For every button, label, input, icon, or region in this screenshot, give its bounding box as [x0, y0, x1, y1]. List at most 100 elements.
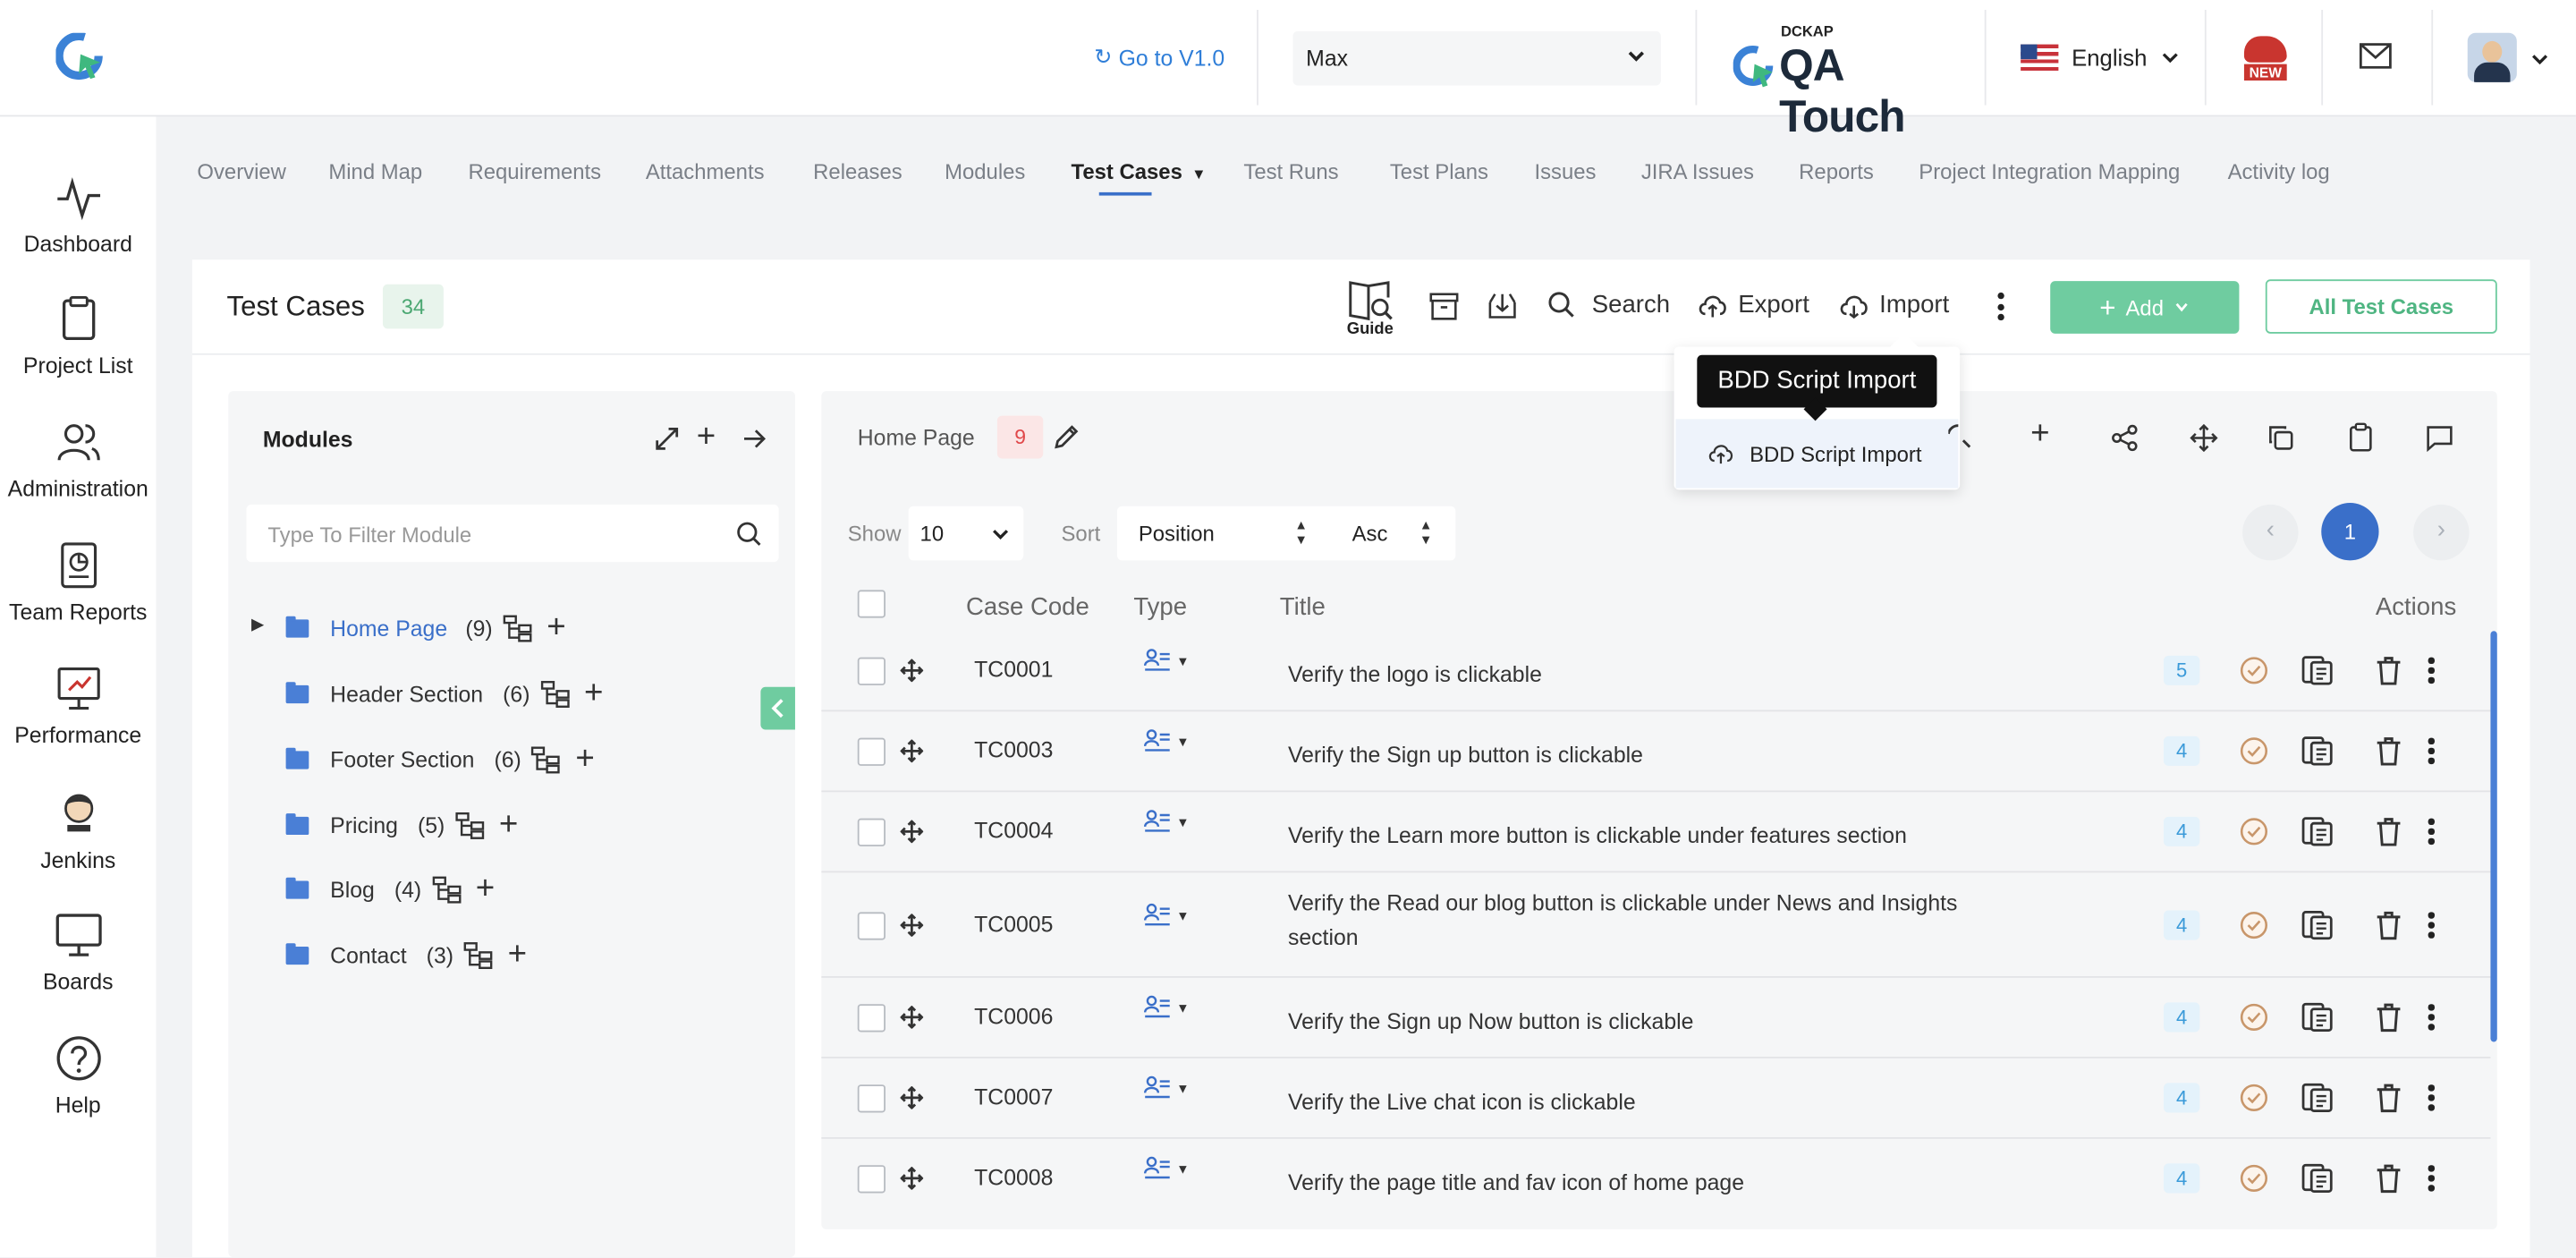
view-details-icon[interactable] — [2301, 656, 2333, 685]
test-type-dropdown[interactable]: ▼ — [1143, 902, 1190, 928]
sort-field-select[interactable]: Position ▲ ▼ Asc ▲ ▼ — [1116, 506, 1456, 561]
table-row[interactable]: TC0004 ▼ Verify the Learn more button is c… — [821, 792, 2491, 873]
tab-requirements[interactable]: Requirements — [468, 159, 601, 184]
drag-handle-icon[interactable] — [900, 914, 924, 937]
tab-mind-map[interactable]: Mind Map — [328, 159, 422, 184]
row-checkbox[interactable] — [857, 912, 886, 940]
review-status-icon[interactable] — [2239, 1083, 2268, 1112]
row-more-icon[interactable] — [2428, 818, 2436, 845]
add-sub-module-icon[interactable]: + — [547, 611, 565, 644]
sidebar-item-help[interactable]: Help — [0, 1033, 156, 1118]
add-button[interactable]: + Add — [2050, 281, 2240, 334]
table-row[interactable]: TC0006 ▼ Verify the Sign up Now button is … — [821, 978, 2491, 1058]
case-code[interactable]: TC0004 — [974, 819, 1053, 844]
sub-module-tree-icon[interactable] — [431, 875, 461, 903]
case-title[interactable]: Verify the Live chat icon is clickable — [1288, 1084, 1962, 1119]
app-logo[interactable] — [55, 32, 105, 82]
import-button[interactable]: Import — [1838, 291, 1949, 319]
module-item[interactable]: ▶ Home Page (9) + — [251, 609, 566, 645]
table-row[interactable]: TC0003 ▼ Verify the Sign up button is clic… — [821, 711, 2491, 793]
next-page-button[interactable]: › — [2413, 504, 2470, 561]
sub-module-tree-icon[interactable] — [463, 941, 493, 969]
prev-page-button[interactable]: ‹ — [2242, 504, 2299, 561]
share-icon[interactable] — [2111, 424, 2139, 452]
drag-handle-icon[interactable] — [900, 739, 924, 763]
select-all-checkbox[interactable] — [857, 590, 886, 618]
tab-test-cases[interactable]: Test Cases ▼ — [1072, 159, 1207, 184]
search-icon[interactable] — [1948, 424, 1971, 450]
tab-project-integration-mapping[interactable]: Project Integration Mapping — [1919, 159, 2180, 184]
case-title[interactable]: Verify the page title and fav icon of ho… — [1288, 1165, 1962, 1200]
drag-handle-icon[interactable] — [900, 1086, 924, 1109]
review-status-icon[interactable] — [2239, 911, 2268, 940]
delete-icon[interactable] — [2376, 1083, 2402, 1113]
case-code[interactable]: TC0008 — [974, 1165, 1053, 1190]
guide-button[interactable]: Guide — [1343, 275, 1398, 338]
column-header-case-code[interactable]: Case Code — [966, 593, 1089, 621]
expand-arrow-icon[interactable]: ▶ — [251, 616, 264, 634]
module-item[interactable]: Pricing (5) + — [285, 807, 518, 843]
module-item[interactable]: Contact (3) + — [285, 937, 527, 973]
row-checkbox[interactable] — [857, 737, 886, 766]
case-title[interactable]: Verify the Sign up Now button is clickab… — [1288, 1004, 1962, 1039]
arrow-right-icon[interactable] — [742, 428, 767, 451]
tab-releases[interactable]: Releases — [813, 159, 902, 184]
current-page-button[interactable]: 1 — [2321, 503, 2379, 561]
test-type-dropdown[interactable]: ▼ — [1143, 1075, 1190, 1101]
module-item[interactable]: Blog (4) + — [285, 871, 495, 906]
case-title[interactable]: Verify the logo is clickable — [1288, 658, 1962, 693]
tab-test-runs[interactable]: Test Runs — [1243, 159, 1338, 184]
case-title[interactable]: Verify the Sign up button is clickable — [1288, 738, 1962, 773]
case-code[interactable]: TC0001 — [974, 658, 1053, 683]
more-options-icon[interactable] — [1996, 292, 2006, 321]
tab-activity-log[interactable]: Activity log — [2228, 159, 2330, 184]
drag-handle-icon[interactable] — [900, 820, 924, 844]
delete-icon[interactable] — [2376, 817, 2402, 846]
add-sub-module-icon[interactable]: + — [584, 677, 603, 710]
module-item[interactable]: Footer Section (6) + — [285, 741, 595, 777]
whats-new-icon[interactable]: NEW — [2241, 36, 2290, 81]
module-item[interactable]: Header Section (6) + — [285, 676, 604, 711]
expand-icon[interactable] — [654, 426, 680, 452]
row-checkbox[interactable] — [857, 1084, 886, 1113]
sidebar-item-performance[interactable]: Performance — [0, 664, 156, 748]
row-more-icon[interactable] — [2428, 1084, 2436, 1110]
tab-test-plans[interactable]: Test Plans — [1390, 159, 1488, 184]
case-title[interactable]: Verify the Learn more button is clickabl… — [1288, 819, 1962, 854]
review-status-icon[interactable] — [2239, 1002, 2268, 1032]
row-more-icon[interactable] — [2428, 657, 2436, 684]
row-checkbox[interactable] — [857, 657, 886, 685]
user-avatar[interactable] — [2467, 32, 2517, 82]
tab-attachments[interactable]: Attachments — [646, 159, 765, 184]
module-filter-input[interactable]: Type To Filter Module — [246, 504, 779, 563]
drag-handle-icon[interactable] — [900, 1167, 924, 1190]
collapse-panel-button[interactable] — [760, 686, 795, 730]
delete-icon[interactable] — [2376, 656, 2402, 685]
sub-module-tree-icon[interactable] — [503, 614, 532, 642]
test-type-dropdown[interactable]: ▼ — [1143, 728, 1190, 754]
drag-handle-icon[interactable] — [900, 659, 924, 683]
go-to-v1-link[interactable]: ↻ Go to V1.0 — [1094, 45, 1224, 71]
tab-issues[interactable]: Issues — [1534, 159, 1596, 184]
test-type-dropdown[interactable]: ▼ — [1143, 648, 1190, 674]
tab-jira-issues[interactable]: JIRA Issues — [1641, 159, 1754, 184]
delete-icon[interactable] — [2376, 911, 2402, 940]
row-checkbox[interactable] — [857, 818, 886, 846]
sub-module-tree-icon[interactable] — [531, 745, 561, 773]
column-header-type[interactable]: Type — [1133, 593, 1187, 621]
delete-icon[interactable] — [2376, 736, 2402, 766]
delete-icon[interactable] — [2376, 1163, 2402, 1194]
move-icon[interactable] — [2190, 423, 2218, 453]
case-code[interactable]: TC0003 — [974, 738, 1053, 763]
add-sub-module-icon[interactable]: + — [499, 809, 518, 842]
add-case-icon[interactable]: + — [2030, 416, 2049, 454]
table-row[interactable]: TC0007 ▼ Verify the Live chat icon is clic… — [821, 1058, 2491, 1139]
export-button[interactable]: Export — [1697, 291, 1809, 319]
sidebar-item-jenkins[interactable]: Jenkins — [0, 789, 156, 872]
bdd-script-import-option[interactable]: BDD Script Import — [1675, 419, 1959, 489]
sub-module-tree-icon[interactable] — [539, 679, 569, 708]
row-more-icon[interactable] — [2428, 1004, 2436, 1030]
sidebar-item-project-list[interactable]: Project List — [0, 294, 156, 378]
add-sub-module-icon[interactable]: + — [476, 872, 495, 905]
case-code[interactable]: TC0006 — [974, 1004, 1053, 1029]
